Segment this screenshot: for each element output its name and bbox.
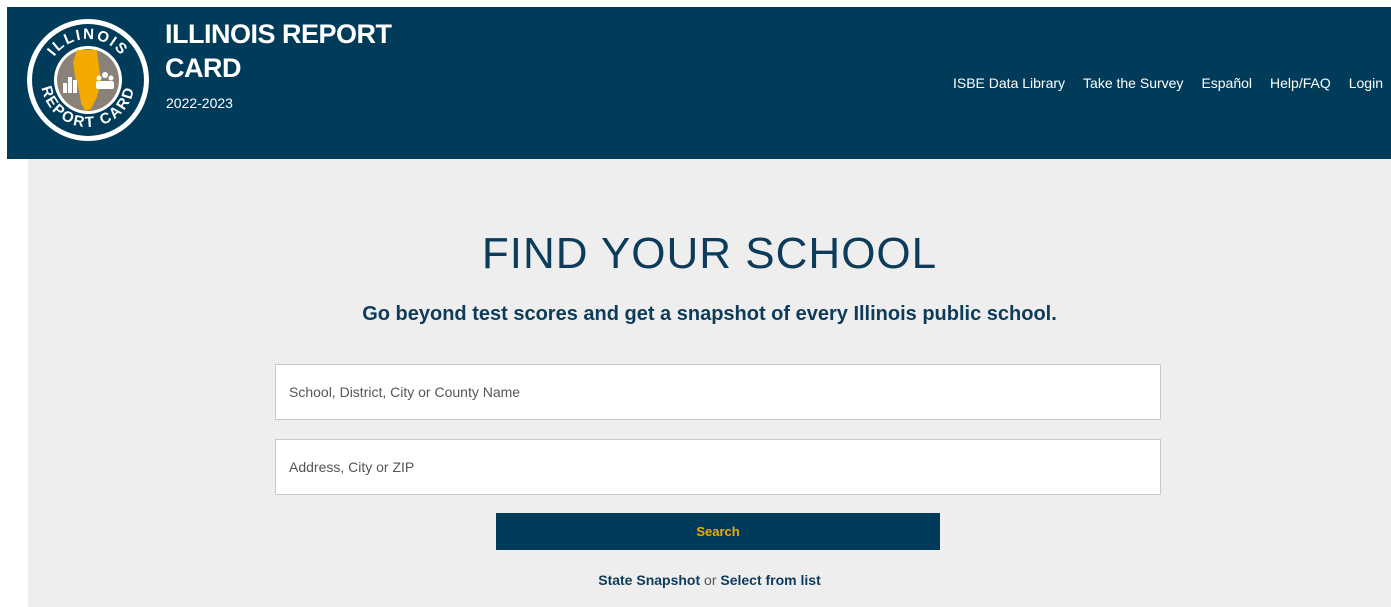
select-from-list-link[interactable]: Select from list <box>720 572 820 588</box>
nav-login[interactable]: Login <box>1349 75 1383 91</box>
nav-take-the-survey[interactable]: Take the Survey <box>1083 75 1183 91</box>
site-header: ILLINOIS REPORT CARD ILLINOIS REPORT CAR… <box>7 7 1391 159</box>
nav-espanol[interactable]: Español <box>1201 75 1252 91</box>
illinois-report-card-logo[interactable]: ILLINOIS REPORT CARD <box>25 17 151 143</box>
nav-isbe-data-library[interactable]: ISBE Data Library <box>953 75 1065 91</box>
top-nav: ISBE Data Library Take the Survey Españo… <box>953 75 1383 91</box>
school-search-input[interactable] <box>275 364 1161 420</box>
page-subtitle: Go beyond test scores and get a snapshot… <box>362 303 1057 325</box>
site-title[interactable]: ILLINOIS REPORT CARD <box>165 17 405 85</box>
or-text: or <box>704 572 721 588</box>
state-snapshot-link[interactable]: State Snapshot <box>598 572 700 588</box>
report-year: 2022-2023 <box>166 95 233 111</box>
secondary-links: State Snapshot or Select from list <box>28 572 1391 588</box>
nav-help-faq[interactable]: Help/FAQ <box>1270 75 1331 91</box>
page-title: FIND YOUR SCHOOL <box>481 229 938 278</box>
find-school-panel: FIND YOUR SCHOOL Go beyond test scores a… <box>28 159 1391 607</box>
address-search-input[interactable] <box>275 439 1161 495</box>
search-button[interactable]: Search <box>496 513 940 550</box>
